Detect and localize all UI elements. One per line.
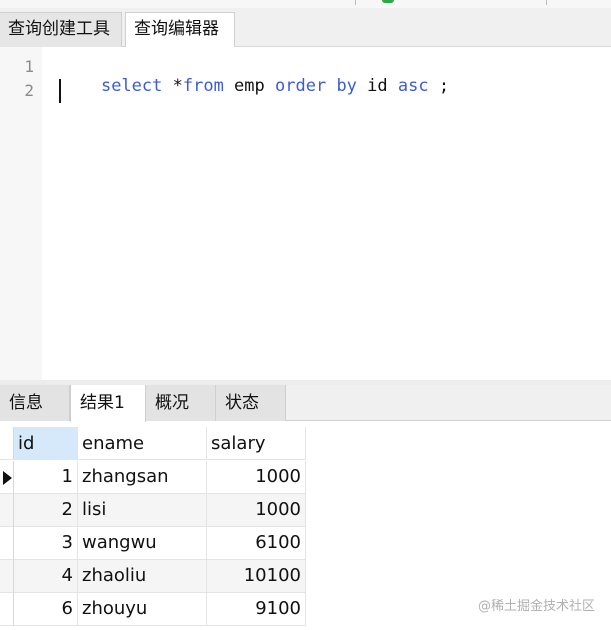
keyword-by: by [336, 76, 357, 96]
row-indicator[interactable] [0, 494, 14, 527]
watermark-text: @稀土掘金技术社区 [477, 599, 595, 614]
toolbar-separator [355, 0, 356, 5]
tab-profile[interactable]: 概况 [146, 385, 216, 421]
cell-salary[interactable]: 1000 [207, 494, 306, 527]
result-tab-strip: 信息 结果1 概况 状态 [0, 385, 611, 422]
code-token: emp [223, 76, 275, 96]
line-number-gutter: 1 2 [0, 47, 42, 380]
current-row-arrow-icon [3, 471, 12, 485]
cell-ename[interactable]: zhangsan [78, 461, 207, 494]
cell-id[interactable]: 2 [14, 494, 78, 527]
column-header-salary[interactable]: salary [207, 427, 306, 460]
keyword-asc: asc [397, 76, 429, 96]
table-row[interactable]: 3 wangwu 6100 [0, 527, 611, 560]
row-indicator[interactable] [0, 593, 14, 626]
row-indicator[interactable] [0, 560, 14, 593]
cell-ename[interactable]: lisi [78, 494, 207, 527]
cell-ename[interactable]: wangwu [78, 527, 207, 560]
column-header-ename[interactable]: ename [78, 427, 207, 460]
cell-ename[interactable]: zhouyu [78, 593, 207, 626]
cell-id[interactable]: 3 [14, 527, 78, 560]
keyword-from: from [182, 76, 224, 96]
cell-salary[interactable]: 6100 [207, 527, 306, 560]
cell-salary[interactable]: 10100 [207, 560, 306, 593]
table-row[interactable]: 2 lisi 1000 [0, 494, 611, 527]
tab-query-editor[interactable]: 查询编辑器 [125, 12, 235, 48]
cell-ename[interactable]: zhaoliu [78, 560, 207, 593]
code-token: * [162, 76, 183, 96]
row-indicator-header [0, 427, 14, 460]
row-indicator[interactable] [0, 527, 14, 560]
tab-status[interactable]: 状态 [216, 385, 286, 421]
row-indicator[interactable] [0, 461, 14, 494]
table-row[interactable]: 4 zhaoliu 10100 [0, 560, 611, 593]
line-number: 2 [24, 81, 34, 100]
tab-query-builder[interactable]: 查询创建工具 [0, 12, 122, 47]
keyword-order: order [275, 76, 327, 96]
line-number: 1 [24, 57, 34, 76]
toolbar-separator [546, 0, 547, 5]
tab-info[interactable]: 信息 [0, 385, 70, 421]
cell-id[interactable]: 1 [14, 461, 78, 494]
cell-id[interactable]: 4 [14, 560, 78, 593]
code-line-1[interactable]: select *from emp order by id asc ; [60, 56, 449, 116]
grid-header-row: id ename salary [0, 427, 611, 460]
tab-result-1[interactable]: 结果1 [70, 385, 146, 422]
toolbar-edge [0, 0, 611, 8]
cell-id[interactable]: 6 [14, 593, 78, 626]
run-status-icon [382, 0, 394, 3]
sql-editor[interactable]: 1 2 select *from emp order by id asc ; [0, 47, 611, 380]
keyword-select: select [100, 76, 163, 96]
text-caret [59, 79, 61, 103]
table-row[interactable]: 1 zhangsan 1000 [0, 461, 611, 494]
cell-salary[interactable]: 1000 [207, 461, 306, 494]
code-token: ; [428, 76, 450, 96]
code-token: id [356, 76, 398, 96]
column-header-id[interactable]: id [14, 427, 78, 460]
editor-tab-strip: 查询创建工具 查询编辑器 [0, 0, 611, 48]
cell-salary[interactable]: 9100 [207, 593, 306, 626]
